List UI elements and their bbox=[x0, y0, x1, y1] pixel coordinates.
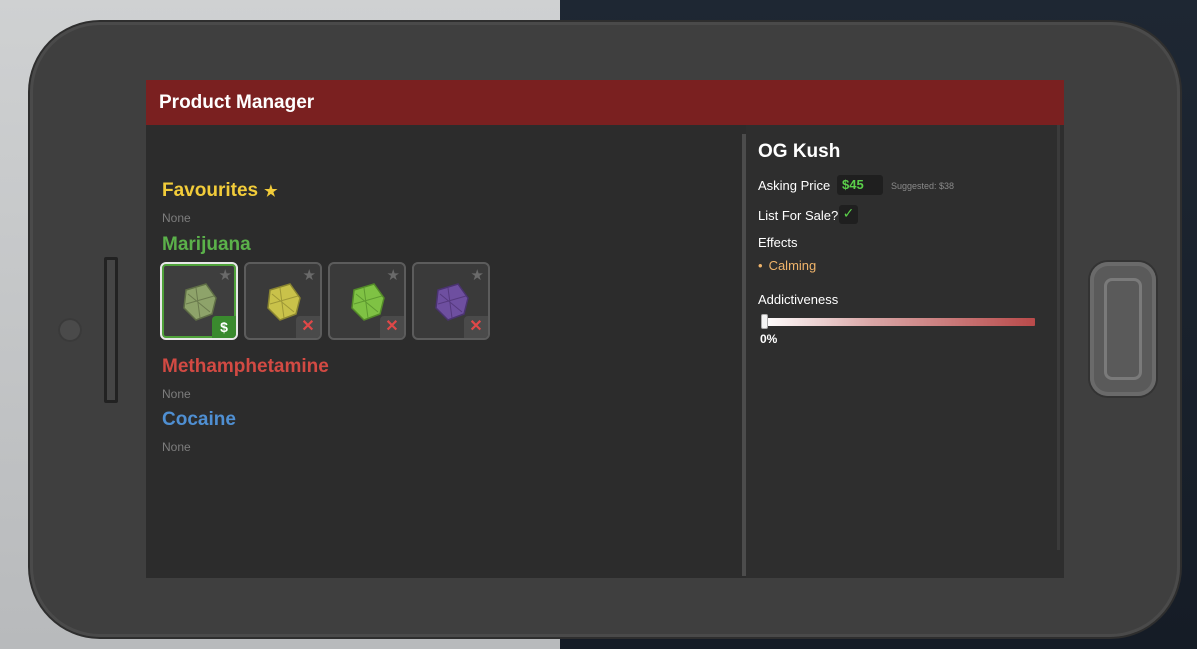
favourites-heading: Favourites ★ bbox=[162, 180, 278, 202]
addictiveness-marker bbox=[761, 314, 768, 329]
favourites-title: Favourites bbox=[162, 180, 259, 201]
effect-item: • Calming bbox=[758, 258, 816, 273]
effect-label: Calming bbox=[768, 258, 817, 273]
methamphetamine-heading: Methamphetamine bbox=[162, 356, 329, 377]
cocaine-empty: None bbox=[162, 440, 191, 454]
favourite-star-icon[interactable]: ★ bbox=[471, 266, 484, 284]
product-tile-og-kush[interactable]: ★ $ bbox=[160, 262, 238, 340]
product-tile-3[interactable]: ★ ✕ bbox=[328, 262, 406, 340]
dollar-icon: $ bbox=[212, 316, 236, 338]
asking-price-input[interactable]: $45 bbox=[837, 175, 883, 195]
addictiveness-bar bbox=[763, 318, 1035, 326]
detail-scrollbar[interactable] bbox=[1057, 125, 1060, 550]
phone-home-button[interactable] bbox=[1090, 262, 1156, 396]
favourites-empty: None bbox=[162, 211, 191, 225]
product-detail-panel: OG Kush Asking Price $45 Suggested: $38 … bbox=[746, 125, 1064, 578]
list-for-sale-label: List For Sale? bbox=[758, 208, 839, 223]
bullet-icon: • bbox=[758, 258, 763, 273]
x-icon: ✕ bbox=[380, 316, 404, 338]
star-icon: ★ bbox=[264, 183, 278, 200]
x-icon: ✕ bbox=[296, 316, 320, 338]
effects-label: Effects bbox=[758, 235, 798, 250]
methamphetamine-empty: None bbox=[162, 387, 191, 401]
product-name: OG Kush bbox=[758, 141, 841, 162]
addictiveness-label: Addictiveness bbox=[758, 292, 839, 307]
suggested-price: Suggested: $38 bbox=[891, 181, 955, 191]
phone-screen: Product Manager Favourites ★ None Marijua… bbox=[146, 80, 1064, 578]
list-for-sale-checkbox[interactable]: ✓ bbox=[839, 205, 858, 224]
phone-side-slot bbox=[104, 257, 118, 403]
x-icon: ✕ bbox=[464, 316, 488, 338]
cocaine-heading: Cocaine bbox=[162, 409, 236, 430]
app-header: Product Manager bbox=[146, 80, 1064, 125]
favourite-star-icon[interactable]: ★ bbox=[219, 266, 232, 284]
favourite-star-icon[interactable]: ★ bbox=[387, 266, 400, 284]
app-title: Product Manager bbox=[159, 92, 315, 113]
check-icon: ✓ bbox=[842, 206, 855, 222]
phone-camera bbox=[58, 318, 82, 342]
addictiveness-value: 0% bbox=[760, 332, 778, 346]
marijuana-heading: Marijuana bbox=[162, 234, 251, 255]
product-list-panel: Favourites ★ None Marijuana ★ $ ★ ✕ ★ ✕ … bbox=[146, 125, 742, 578]
favourite-star-icon[interactable]: ★ bbox=[303, 266, 316, 284]
asking-price-label: Asking Price bbox=[758, 178, 831, 193]
product-tile-2[interactable]: ★ ✕ bbox=[244, 262, 322, 340]
product-tile-4[interactable]: ★ ✕ bbox=[412, 262, 490, 340]
